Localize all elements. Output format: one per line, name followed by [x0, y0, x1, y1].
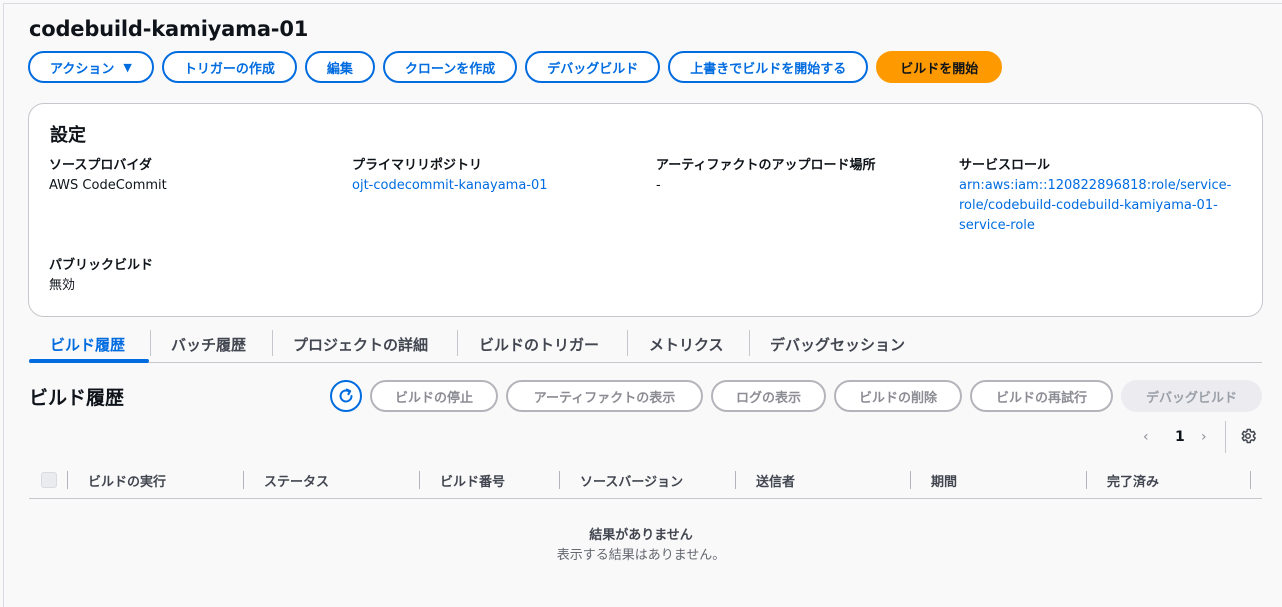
active-tab-indicator [29, 359, 149, 363]
settings-card: 設定 ソースプロバイダ AWS CodeCommit プライマリリポジトリ oj… [28, 103, 1263, 317]
service-role-link[interactable]: arn:aws:iam::120822896818:role/service- … [959, 176, 1231, 236]
column-header-submitter[interactable]: 送信者 [756, 466, 795, 494]
caret-down-icon: ▼ [123, 60, 132, 74]
service-role-field: サービスロール arn:aws:iam::120822896818:role/s… [959, 156, 1231, 236]
create-trigger-button[interactable]: トリガーの作成 [161, 51, 297, 83]
tab-divider [272, 330, 273, 356]
pagination-current-page[interactable]: 1 [1175, 423, 1185, 451]
empty-state-message: 表示する結果はありません。 [556, 548, 726, 563]
debug-build-disabled-button[interactable]: デバッグビルド [1121, 380, 1262, 412]
debug-build-button[interactable]: デバッグビルド [525, 51, 661, 83]
column-divider [1250, 471, 1251, 489]
public-build-label: パブリックビルド [49, 258, 154, 273]
pagination-next-button[interactable]: › [1201, 423, 1207, 451]
source-provider-field: ソースプロバイダ AWS CodeCommit [49, 156, 167, 196]
refresh-button[interactable] [330, 380, 362, 412]
service-role-link-line-2: role/codebuild-codebuild-kamiyama-01- [959, 198, 1218, 213]
tab-build-history[interactable]: ビルド履歴 [50, 326, 125, 362]
build-history-title: ビルド履歴 [29, 387, 125, 409]
tab-divider [627, 330, 628, 356]
settings-title: 設定 [50, 125, 86, 146]
project-tabs: ビルド履歴 バッチ履歴 プロジェクトの詳細 ビルドのトリガー メトリクス デバッ… [29, 326, 1262, 363]
column-divider [67, 471, 68, 489]
header-toolbar: アクション ▼ トリガーの作成 編集 クローンを作成 デバッグビルド 上書きでビ… [28, 51, 1003, 83]
tab-divider [749, 330, 750, 356]
tab-metrics[interactable]: メトリクス [649, 326, 724, 362]
tab-debug-sessions[interactable]: デバッグセッション [770, 326, 905, 362]
primary-repo-field: プライマリリポジトリ ojt-codecommit-kanayama-01 [352, 156, 548, 196]
edit-button[interactable]: 編集 [304, 51, 375, 83]
primary-repo-link[interactable]: ojt-codecommit-kanayama-01 [352, 176, 548, 196]
artifact-location-field: アーティファクトのアップロード場所 - [656, 156, 875, 196]
page-title: codebuild-kamiyama-01 [29, 17, 309, 41]
public-build-value: 無効 [49, 278, 76, 293]
view-artifacts-button[interactable]: アーティファクトの表示 [506, 380, 703, 412]
service-role-label: サービスロール [959, 158, 1051, 173]
stop-build-button[interactable]: ビルドの停止 [370, 380, 498, 412]
tab-divider [457, 330, 458, 356]
column-header-duration[interactable]: 期間 [931, 466, 957, 494]
source-provider-value: AWS CodeCommit [49, 178, 167, 193]
start-build-button[interactable]: ビルドを開始 [876, 51, 1003, 83]
column-header-build-number[interactable]: ビルド番号 [440, 466, 505, 494]
artifact-location-value: - [656, 178, 661, 193]
column-divider [419, 471, 420, 489]
actions-label: アクション [50, 61, 115, 77]
tab-divider [150, 330, 151, 356]
public-build-field: パブリックビルド 無効 [49, 256, 153, 296]
pagination-divider [1225, 421, 1226, 453]
refresh-icon [339, 388, 353, 403]
artifact-location-label: アーティファクトのアップロード場所 [656, 158, 876, 173]
select-all-checkbox[interactable] [41, 472, 57, 488]
table-preferences-button[interactable] [1239, 427, 1257, 445]
primary-repo-label: プライマリリポジトリ [352, 158, 483, 173]
override-start-build-button[interactable]: 上書きでビルドを開始する [668, 51, 869, 83]
pagination-prev-button[interactable]: ‹ [1143, 423, 1149, 451]
column-divider [559, 471, 560, 489]
source-provider-label: ソースプロバイダ [49, 158, 152, 173]
gear-icon [1241, 428, 1256, 444]
build-history-table-header: ビルドの実行 ステータス ビルド番号 ソースバージョン 送信者 期間 完了済み [29, 466, 1262, 499]
column-divider [735, 471, 736, 489]
clone-button[interactable]: クローンを作成 [382, 51, 518, 83]
view-logs-button[interactable]: ログの表示 [711, 380, 826, 412]
column-divider [243, 471, 244, 489]
tab-batch-history[interactable]: バッチ履歴 [171, 326, 246, 362]
delete-build-button[interactable]: ビルドの削除 [834, 380, 962, 412]
tab-project-details[interactable]: プロジェクトの詳細 [293, 326, 428, 362]
service-role-link-line-3: service-role [959, 218, 1035, 233]
column-header-status[interactable]: ステータス [264, 466, 329, 494]
actions-dropdown-button[interactable]: アクション ▼ [28, 51, 154, 83]
column-header-build-run[interactable]: ビルドの実行 [88, 466, 166, 494]
column-divider [1086, 471, 1087, 489]
tab-build-triggers[interactable]: ビルドのトリガー [479, 326, 599, 362]
service-role-link-line-1: arn:aws:iam::120822896818:role/service- [959, 178, 1232, 193]
column-header-source-version[interactable]: ソースバージョン [580, 466, 683, 494]
column-divider [910, 471, 911, 489]
column-header-completed[interactable]: 完了済み [1107, 466, 1159, 494]
empty-state-title: 結果がありません [589, 528, 693, 543]
retry-build-button[interactable]: ビルドの再試行 [970, 380, 1113, 412]
